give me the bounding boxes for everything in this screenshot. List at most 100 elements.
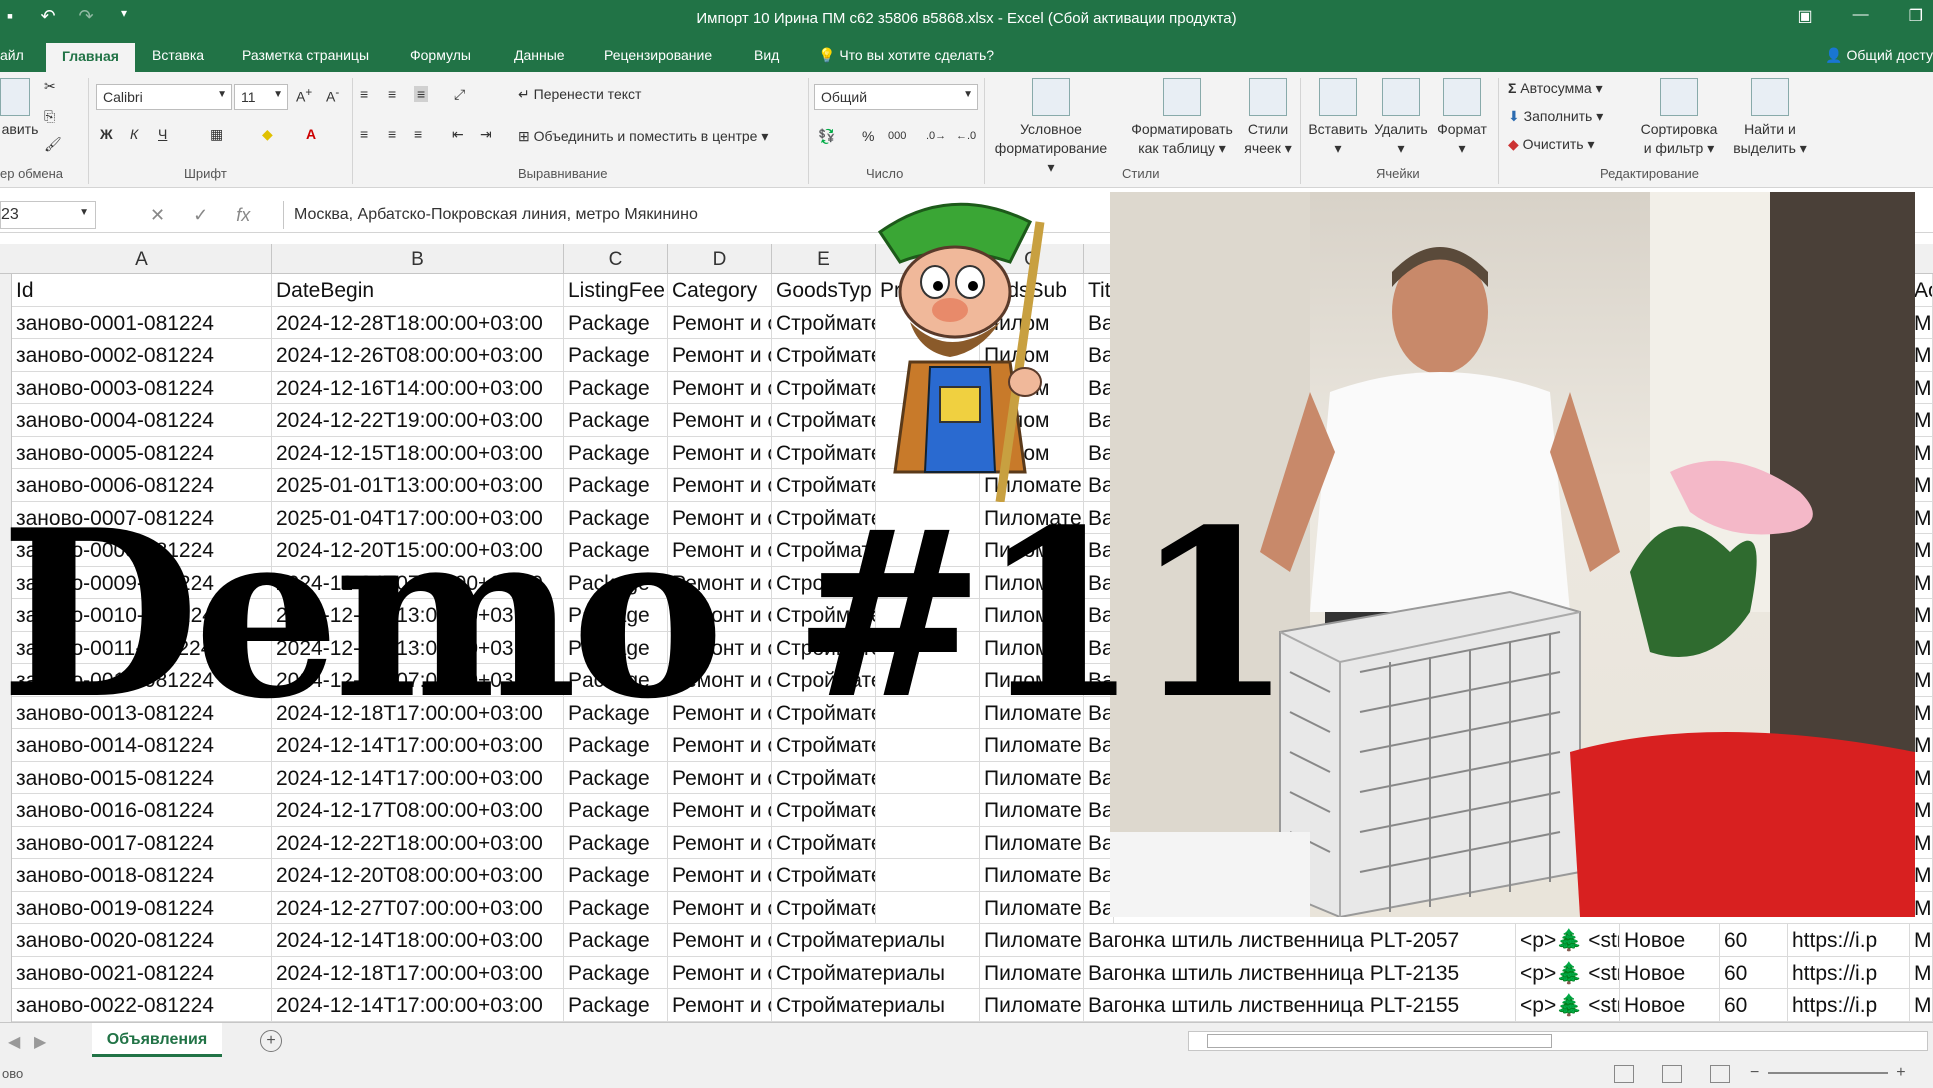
tab-home[interactable]: Главная [46, 43, 135, 72]
cell[interactable]: Package [564, 306, 668, 339]
insert-function-icon[interactable]: fx [236, 205, 250, 226]
decrease-indent-icon[interactable]: ⇤ [452, 126, 464, 143]
tab-page-layout[interactable]: Разметка страницы [242, 47, 369, 63]
cell[interactable]: 2024-12-27T07:00:00+03:00 [272, 891, 564, 924]
cell[interactable]: Ремонт и с [668, 826, 772, 859]
cell[interactable]: Стройматериалы [772, 859, 876, 892]
tab-insert[interactable]: Вставка [152, 47, 204, 63]
cell[interactable]: Ремонт и с [668, 306, 772, 339]
fill-button[interactable]: ⬇ Заполнить ▾ [1508, 108, 1603, 125]
align-bottom-icon[interactable]: ≡ [414, 86, 429, 102]
cell[interactable]: ListingFee [564, 274, 668, 307]
scrollbar-thumb[interactable] [1207, 1034, 1552, 1048]
cell[interactable]: Ремонт и с [668, 404, 772, 437]
cut-icon[interactable]: ✂ [44, 78, 56, 95]
cell[interactable]: Стройматериалы [772, 956, 980, 989]
cell-styles-button[interactable]: Стили ячеек ▾ [1242, 78, 1294, 158]
cell[interactable]: Id [12, 274, 272, 307]
scroll-right-icon[interactable]: ▶ [34, 1032, 46, 1052]
cell[interactable]: заново-0016-081224 [12, 794, 272, 827]
row-number[interactable] [0, 274, 12, 307]
cell[interactable]: https://i.p [1788, 956, 1910, 989]
cell[interactable]: заново-0003-081224 [12, 371, 272, 404]
cell[interactable]: 2024-12-28T18:00:00+03:00 [272, 306, 564, 339]
cell[interactable]: Package [564, 339, 668, 372]
cell[interactable]: Мо [1910, 956, 1933, 989]
row-number[interactable] [0, 891, 12, 924]
cell[interactable]: Стройматериалы [772, 924, 980, 957]
scroll-left-icon[interactable]: ◀ [8, 1032, 20, 1052]
tab-data[interactable]: Данные [514, 47, 565, 63]
insert-cells-button[interactable]: Вставить ▾ [1306, 78, 1370, 158]
cell[interactable]: 2024-12-18T17:00:00+03:00 [272, 956, 564, 989]
cell[interactable]: Стройматериалы [772, 761, 876, 794]
name-box[interactable]: 23 ▼ [0, 201, 96, 229]
normal-view-icon[interactable] [1614, 1065, 1634, 1083]
cell[interactable]: Стройматериалы [772, 989, 980, 1022]
tab-formulas[interactable]: Формулы [410, 47, 471, 63]
cell[interactable]: Новое [1620, 989, 1720, 1022]
row-number[interactable] [0, 436, 12, 469]
cell[interactable]: заново-0005-081224 [12, 436, 272, 469]
row-number[interactable] [0, 826, 12, 859]
cell[interactable]: 2024-12-20T08:00:00+03:00 [272, 859, 564, 892]
minimize-button[interactable]: — [1853, 6, 1869, 26]
sort-filter-button[interactable]: Сортировка и фильтр ▾ [1634, 78, 1724, 158]
cell[interactable]: Package [564, 826, 668, 859]
cell[interactable] [876, 891, 980, 924]
cell[interactable]: 60 [1720, 956, 1788, 989]
paste-button[interactable]: авить [0, 78, 40, 139]
tab-review[interactable]: Рецензирование [604, 47, 712, 63]
cell[interactable]: Вагонка штиль лиственница PLT-2057 [1084, 924, 1516, 957]
cell[interactable]: <p>🌲 <str [1516, 956, 1620, 989]
cell[interactable]: Package [564, 891, 668, 924]
cell[interactable]: Ремонт и с [668, 924, 772, 957]
format-as-table-button[interactable]: Форматировать как таблицу ▾ [1126, 78, 1238, 158]
column-header-b[interactable]: B [272, 244, 564, 274]
cell[interactable]: Package [564, 924, 668, 957]
align-middle-icon[interactable]: ≡ [388, 86, 396, 102]
cell[interactable]: 2024-12-16T14:00:00+03:00 [272, 371, 564, 404]
cell[interactable]: Ремонт и с [668, 436, 772, 469]
align-center-icon[interactable]: ≡ [388, 126, 396, 142]
share-button[interactable]: 👤 Общий досту [1825, 47, 1933, 64]
row-number[interactable] [0, 761, 12, 794]
font-size-combo[interactable]: 11 ▼ [234, 84, 288, 110]
cell[interactable]: заново-0019-081224 [12, 891, 272, 924]
cell[interactable]: Новое [1620, 956, 1720, 989]
format-cells-button[interactable]: Формат ▾ [1432, 78, 1492, 158]
cell[interactable]: заново-0017-081224 [12, 826, 272, 859]
increase-indent-icon[interactable]: ⇥ [480, 126, 492, 143]
wrap-text-button[interactable]: ↵ Перенести текст [518, 86, 641, 103]
format-painter-icon[interactable]: 🖌 [44, 136, 62, 153]
tell-me-box[interactable]: 💡 Что вы хотите сделать? [818, 47, 994, 64]
enter-icon[interactable]: ✓ [193, 205, 208, 226]
cell[interactable] [876, 826, 980, 859]
merge-center-button[interactable]: ⊞ Объединить и поместить в центре ▾ [518, 128, 768, 145]
row-number[interactable] [0, 924, 12, 957]
cell[interactable]: Ремонт и с [668, 761, 772, 794]
cell[interactable]: Ремонт и с [668, 339, 772, 372]
underline-icon[interactable]: Ч [158, 126, 167, 142]
thousands-icon[interactable]: 000 [888, 130, 906, 142]
cell[interactable]: Пиломате [980, 956, 1084, 989]
align-right-icon[interactable]: ≡ [414, 126, 422, 142]
cell[interactable]: Ремонт и с [668, 956, 772, 989]
decrease-decimal-icon[interactable]: ←.0 [956, 130, 976, 142]
cell[interactable]: https://i.p [1788, 989, 1910, 1022]
zoom-track[interactable] [1767, 1071, 1888, 1074]
cell[interactable]: 2024-12-14T17:00:00+03:00 [272, 761, 564, 794]
cell[interactable]: 2024-12-22T19:00:00+03:00 [272, 404, 564, 437]
row-number[interactable] [0, 956, 12, 989]
zoom-out-icon[interactable]: − [1750, 1064, 1759, 1081]
cell[interactable]: Пиломате [980, 924, 1084, 957]
restore-button[interactable]: ❐ [1909, 6, 1923, 26]
cell[interactable]: Ремонт и с [668, 859, 772, 892]
number-format-combo[interactable]: Общий ▼ [814, 84, 978, 110]
page-layout-view-icon[interactable] [1662, 1065, 1682, 1083]
cancel-icon[interactable]: ✕ [150, 205, 165, 226]
shrink-font-icon[interactable]: A- [326, 86, 339, 105]
cell[interactable]: Пиломате [980, 761, 1084, 794]
cell[interactable]: Ремонт и с [668, 989, 772, 1022]
column-header-d[interactable]: D [668, 244, 772, 274]
